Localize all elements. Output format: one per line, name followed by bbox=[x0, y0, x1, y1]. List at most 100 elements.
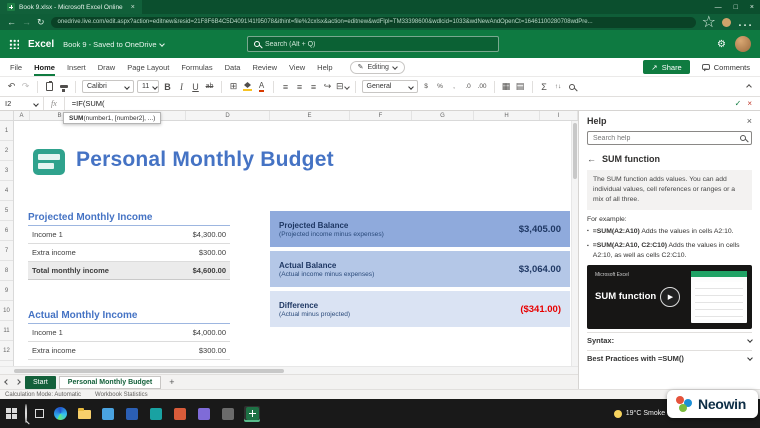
sheet-title[interactable]: Personal Monthly Budget bbox=[76, 148, 334, 172]
photos-icon[interactable] bbox=[148, 406, 164, 422]
help-search-box[interactable] bbox=[587, 131, 752, 145]
app-icon-orange[interactable] bbox=[172, 406, 188, 422]
add-sheet-button[interactable]: + bbox=[164, 377, 179, 387]
strikethrough-button[interactable]: ab bbox=[204, 80, 215, 94]
row-value-cell[interactable]: $300.00 bbox=[199, 346, 226, 355]
row-label-cell[interactable]: Income 1 bbox=[32, 230, 63, 239]
row-value-cell[interactable]: $4,600.00 bbox=[193, 266, 226, 275]
row-header-5[interactable]: 5 bbox=[0, 201, 13, 221]
window-close-button[interactable]: × bbox=[744, 4, 760, 11]
taskbar-search-icon[interactable] bbox=[25, 403, 27, 423]
col-header-d[interactable]: D bbox=[186, 111, 270, 120]
number-format-dropdown[interactable]: General bbox=[361, 80, 418, 93]
bold-button[interactable]: B bbox=[162, 80, 173, 94]
increase-decimal-button[interactable]: .00 bbox=[477, 80, 488, 94]
redo-button[interactable]: ↷ bbox=[20, 80, 31, 94]
ribbon-tab-page-layout[interactable]: Page Layout bbox=[121, 58, 175, 76]
settings-gear-icon[interactable]: ⚙ bbox=[717, 39, 726, 50]
search-input[interactable] bbox=[265, 40, 492, 48]
comma-format-button[interactable]: , bbox=[449, 80, 460, 94]
ribbon-tab-home[interactable]: Home bbox=[28, 58, 61, 76]
browser-forward-icon[interactable]: → bbox=[22, 17, 31, 27]
ribbon-tab-draw[interactable]: Draw bbox=[92, 58, 122, 76]
task-view-icon[interactable] bbox=[35, 409, 44, 418]
select-all-corner[interactable] bbox=[0, 111, 14, 120]
row-header-6[interactable]: 6 bbox=[0, 221, 13, 241]
app-icon-purple[interactable] bbox=[196, 406, 212, 422]
row-label-cell[interactable]: Extra income bbox=[32, 346, 76, 355]
app-icon-gray[interactable] bbox=[220, 406, 236, 422]
row-label-cell[interactable]: Total monthly income bbox=[32, 266, 109, 275]
vertical-scrollbar[interactable] bbox=[571, 121, 578, 366]
tab-close-icon[interactable]: × bbox=[127, 4, 135, 11]
help-back-icon[interactable]: ← bbox=[587, 154, 596, 164]
col-header-f[interactable]: F bbox=[350, 111, 412, 120]
start-button[interactable] bbox=[6, 408, 17, 419]
fill-color-button[interactable] bbox=[242, 80, 253, 94]
calculation-mode-status[interactable]: Calculation Mode: Automatic bbox=[5, 392, 81, 398]
sheet-canvas[interactable]: Personal Monthly Budget Projected Monthl… bbox=[14, 121, 571, 366]
document-title[interactable]: Book 9 - Saved to OneDrive bbox=[63, 40, 165, 49]
borders-button[interactable]: ⊞ bbox=[228, 80, 239, 94]
help-section-best-practices[interactable]: Best Practices with =SUM() bbox=[587, 350, 753, 365]
align-center-button[interactable]: ≡ bbox=[294, 80, 305, 94]
edge-icon[interactable] bbox=[52, 406, 68, 422]
projected-balance-box[interactable]: Projected Balance (Projected income minu… bbox=[270, 211, 570, 247]
align-right-button[interactable]: ≡ bbox=[308, 80, 319, 94]
row-header-1[interactable]: 1 bbox=[0, 121, 13, 141]
help-section-syntax[interactable]: Syntax: bbox=[587, 332, 753, 347]
font-size-dropdown[interactable]: 11 bbox=[137, 80, 159, 93]
ribbon-tab-view[interactable]: View bbox=[283, 58, 311, 76]
row-header-8[interactable]: 8 bbox=[0, 261, 13, 281]
decrease-decimal-button[interactable]: .0 bbox=[463, 80, 474, 94]
autosum-button[interactable]: Σ bbox=[539, 80, 550, 94]
row-label-cell[interactable]: Income 1 bbox=[32, 328, 63, 337]
formula-input[interactable]: =IF(SUM( bbox=[65, 99, 731, 108]
sort-filter-button[interactable]: ↑↓ bbox=[553, 80, 564, 94]
app-name[interactable]: Excel bbox=[28, 39, 54, 50]
row-header-9[interactable]: 9 bbox=[0, 281, 13, 301]
sheet-tab-personal-monthly-budget[interactable]: Personal Monthly Budget bbox=[58, 375, 162, 389]
row-header-7[interactable]: 7 bbox=[0, 241, 13, 261]
browser-back-icon[interactable]: ← bbox=[7, 17, 16, 27]
sheet-nav-right-icon[interactable] bbox=[14, 379, 22, 385]
help-search-input[interactable] bbox=[593, 134, 736, 142]
row-header-11[interactable]: 11 bbox=[0, 321, 13, 341]
window-minimize-button[interactable]: — bbox=[709, 4, 728, 11]
ribbon-tab-help[interactable]: Help bbox=[311, 58, 338, 76]
row-label-cell[interactable]: Extra income bbox=[32, 248, 76, 257]
row-header-4[interactable]: 4 bbox=[0, 181, 13, 201]
horizontal-scrollbar[interactable] bbox=[0, 366, 578, 374]
row-header-12[interactable]: 12 bbox=[0, 341, 13, 361]
italic-button[interactable]: I bbox=[176, 80, 187, 94]
ribbon-tab-formulas[interactable]: Formulas bbox=[175, 58, 218, 76]
wrap-text-button[interactable]: ↪ bbox=[322, 80, 333, 94]
name-box[interactable]: I2 bbox=[0, 97, 44, 110]
cancel-x-icon[interactable]: × bbox=[745, 99, 760, 108]
ribbon-tab-insert[interactable]: Insert bbox=[61, 58, 92, 76]
ribbon-tab-file[interactable]: File bbox=[4, 58, 28, 76]
browser-menu-icon[interactable]: … bbox=[737, 13, 753, 31]
comments-button[interactable]: Comments bbox=[696, 63, 756, 72]
undo-button[interactable]: ↶ bbox=[6, 80, 17, 94]
col-header-a[interactable]: A bbox=[14, 111, 30, 120]
percent-format-button[interactable]: % bbox=[435, 80, 446, 94]
col-header-g[interactable]: G bbox=[412, 111, 474, 120]
window-maximize-button[interactable]: □ bbox=[728, 4, 744, 11]
account-avatar[interactable] bbox=[735, 36, 751, 52]
format-painter-button[interactable] bbox=[58, 80, 69, 94]
share-button[interactable]: ↗ Share bbox=[643, 60, 690, 74]
office-search-box[interactable] bbox=[247, 36, 499, 52]
help-video-thumbnail[interactable]: Microsoft Excel SUM function ▶ bbox=[587, 265, 752, 330]
sheet-tab-start[interactable]: Start bbox=[25, 375, 56, 389]
play-button[interactable]: ▶ bbox=[659, 287, 680, 308]
paste-button[interactable] bbox=[44, 80, 55, 94]
browser-tab[interactable]: Book 9.xlsx - Microsoft Excel Online × bbox=[0, 0, 142, 14]
difference-box[interactable]: Difference (Actual minus projected) ($34… bbox=[270, 291, 570, 327]
editing-mode-dropdown[interactable]: ✎ Editing bbox=[349, 60, 405, 74]
actual-balance-box[interactable]: Actual Balance (Actual income minus expe… bbox=[270, 251, 570, 287]
col-header-e[interactable]: E bbox=[270, 111, 350, 120]
ribbon-tab-data[interactable]: Data bbox=[219, 58, 247, 76]
row-header-2[interactable]: 2 bbox=[0, 141, 13, 161]
url-field[interactable]: onedrive.live.com/edit.aspx?action=editn… bbox=[50, 16, 696, 28]
